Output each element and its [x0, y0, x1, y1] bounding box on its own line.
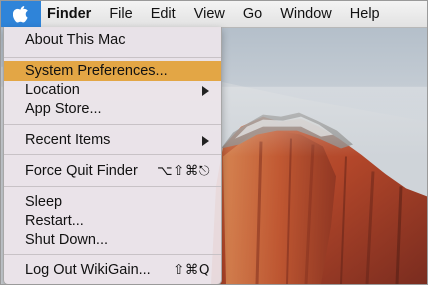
- submenu-arrow-icon: [202, 136, 209, 146]
- menu-item-system-preferences[interactable]: System Preferences...: [4, 61, 221, 81]
- menu-item-label: Recent Items: [25, 132, 111, 148]
- submenu-arrow-icon: [202, 86, 209, 96]
- menubar-app-finder[interactable]: Finder: [41, 1, 100, 27]
- menu-separator: [4, 124, 221, 127]
- log-out-shortcut: ⇧⌘Q: [173, 262, 210, 278]
- menu-item-recent-items[interactable]: Recent Items: [4, 130, 221, 150]
- force-quit-shortcut: ⌥⇧⌘⎋: [156, 163, 210, 179]
- menu-item-sleep[interactable]: Sleep: [4, 192, 221, 212]
- menu-item-label: Force Quit Finder: [25, 163, 138, 179]
- menu-item-label: Restart...: [25, 213, 84, 229]
- menubar-go[interactable]: Go: [234, 1, 271, 27]
- menubar-help[interactable]: Help: [341, 1, 389, 27]
- menu-item-label: App Store...: [25, 101, 102, 117]
- menu-item-restart[interactable]: Restart...: [4, 211, 221, 231]
- menu-item-label: About This Mac: [25, 32, 126, 48]
- menu-item-label: System Preferences...: [25, 63, 168, 79]
- apple-menu-dropdown: About This Mac System Preferences... Loc…: [3, 27, 222, 284]
- menubar-file[interactable]: File: [100, 1, 141, 27]
- menu-separator: [4, 57, 221, 60]
- menu-item-shut-down[interactable]: Shut Down...: [4, 230, 221, 250]
- menubar-edit[interactable]: Edit: [142, 1, 185, 27]
- apple-logo-icon: [13, 6, 28, 23]
- menu-separator: [4, 254, 221, 257]
- menu-separator: [4, 154, 221, 157]
- menu-item-force-quit[interactable]: Force Quit Finder ⌥⇧⌘⎋: [4, 161, 221, 181]
- apple-menu-button[interactable]: [1, 1, 41, 27]
- menu-bar: Finder File Edit View Go Window Help: [1, 1, 427, 28]
- menu-item-app-store[interactable]: App Store...: [4, 99, 221, 119]
- menu-item-label: Shut Down...: [25, 232, 109, 248]
- screen: Finder File Edit View Go Window Help Abo…: [0, 0, 428, 285]
- menu-item-label: Location: [25, 82, 80, 98]
- menu-item-label: Sleep: [25, 194, 63, 210]
- menu-item-log-out[interactable]: Log Out WikiGain... ⇧⌘Q: [4, 260, 221, 280]
- menu-item-label: Log Out WikiGain...: [25, 262, 151, 278]
- menu-item-location[interactable]: Location: [4, 80, 221, 100]
- menubar-window[interactable]: Window: [271, 1, 341, 27]
- menu-separator: [4, 186, 221, 189]
- menu-item-about-this-mac[interactable]: About This Mac: [4, 30, 221, 50]
- menubar-view[interactable]: View: [185, 1, 234, 27]
